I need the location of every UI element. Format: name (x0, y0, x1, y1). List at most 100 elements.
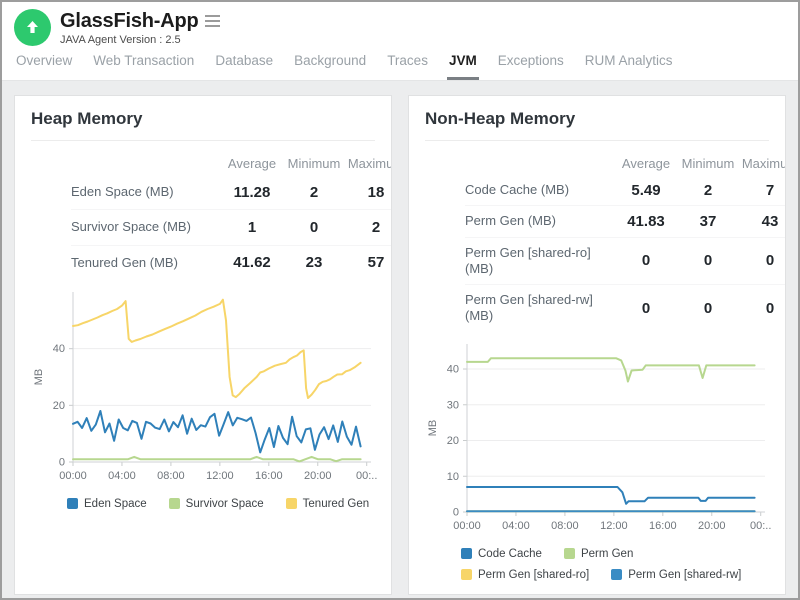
metric-label: Perm Gen (MB) (465, 206, 615, 236)
metric-average: 0 (615, 300, 677, 317)
legend-label: Perm Gen [shared-ro] (478, 569, 589, 581)
legend-item-eden-space[interactable]: Eden Space (67, 498, 147, 510)
metric-average: 11.28 (221, 184, 283, 201)
app-brand: GlassFish-App JAVA Agent Version : 2.5 (14, 9, 786, 46)
table-row: Perm Gen [shared-ro] (MB) 0 0 0 (465, 237, 786, 285)
table-row: Perm Gen [shared-rw] (MB) 0 0 0 (465, 284, 786, 332)
metric-minimum: 23 (283, 254, 345, 271)
heap-memory-chart[interactable]: 0204000:0004:0008:0012:0016:0020:0000:..… (31, 286, 381, 488)
tab-bar: Overview Web Transaction Database Backgr… (14, 53, 786, 80)
metric-average: 41.83 (615, 213, 677, 230)
legend-item-code-cache[interactable]: Code Cache (461, 548, 542, 560)
svg-text:0: 0 (59, 456, 65, 468)
metric-maximum: 0 (739, 252, 786, 269)
tab-rum-analytics[interactable]: RUM Analytics (583, 53, 675, 80)
svg-text:08:00: 08:00 (157, 470, 185, 482)
svg-text:00:00: 00:00 (59, 470, 87, 482)
legend-swatch (461, 548, 472, 559)
up-arrow-icon (24, 19, 41, 36)
tab-background[interactable]: Background (292, 53, 368, 80)
legend-item-tenured-gen[interactable]: Tenured Gen (286, 498, 370, 510)
column-header-maximum: Maximum (739, 151, 786, 175)
column-header-maximum: Maximum (345, 151, 392, 175)
legend-label: Eden Space (84, 498, 147, 510)
svg-text:12:00: 12:00 (600, 520, 628, 532)
legend-swatch (67, 498, 78, 509)
metric-minimum: 37 (677, 213, 739, 230)
svg-text:16:00: 16:00 (255, 470, 283, 482)
legend-swatch (611, 569, 622, 580)
column-header-average: Average (221, 151, 283, 175)
metric-average: 41.62 (221, 254, 283, 271)
metric-minimum: 0 (283, 219, 345, 236)
tab-jvm[interactable]: JVM (447, 53, 479, 80)
agent-version-label: JAVA Agent Version : 2.5 (60, 34, 222, 46)
svg-text:MB: MB (33, 369, 45, 386)
legend-label: Code Cache (478, 548, 542, 560)
svg-text:00:..: 00:.. (356, 470, 377, 482)
metric-label: Eden Space (MB) (71, 175, 221, 209)
app-header: GlassFish-App JAVA Agent Version : 2.5 O… (2, 2, 798, 81)
tab-web-transaction[interactable]: Web Transaction (91, 53, 196, 80)
legend-swatch (564, 548, 575, 559)
metric-minimum: 2 (283, 184, 345, 201)
legend-swatch (461, 569, 472, 580)
legend-item-perm-gen-shared-rw[interactable]: Perm Gen [shared-rw] (611, 569, 741, 581)
table-row: Survivor Space (MB) 1 0 2 (71, 209, 392, 244)
metric-label: Code Cache (MB) (465, 175, 615, 205)
non-heap-memory-table: Average Minimum Maximum Code Cache (MB) … (465, 151, 786, 332)
svg-text:30: 30 (447, 399, 459, 411)
metric-maximum: 2 (345, 219, 392, 236)
legend-swatch (286, 498, 297, 509)
app-title: GlassFish-App (60, 10, 199, 32)
svg-text:40: 40 (447, 363, 459, 375)
svg-text:20:00: 20:00 (304, 470, 332, 482)
legend-item-survivor-space[interactable]: Survivor Space (169, 498, 264, 510)
svg-text:10: 10 (447, 470, 459, 482)
svg-text:00:..: 00:.. (750, 520, 771, 532)
non-heap-chart-legend: Code Cache Perm Gen Perm Gen [shared-ro] (461, 548, 769, 581)
heap-memory-panel: Heap Memory Average Minimum Maximum Eden… (14, 95, 392, 595)
metric-label: Tenured Gen (MB) (71, 246, 221, 280)
app-window: GlassFish-App JAVA Agent Version : 2.5 O… (0, 0, 800, 600)
tab-overview[interactable]: Overview (14, 53, 74, 80)
hamburger-menu-icon[interactable] (203, 12, 222, 30)
heap-chart-legend: Eden Space Survivor Space Tenured Gen (67, 498, 375, 510)
svg-text:40: 40 (53, 343, 65, 355)
metric-average: 1 (221, 219, 283, 236)
dashboard-content: Heap Memory Average Minimum Maximum Eden… (2, 81, 798, 600)
metric-maximum: 43 (739, 213, 786, 230)
non-heap-memory-chart[interactable]: 01020304000:0004:0008:0012:0016:0020:000… (425, 338, 775, 538)
non-heap-memory-panel: Non-Heap Memory Average Minimum Maximum … (408, 95, 786, 595)
legend-item-perm-gen-shared-ro[interactable]: Perm Gen [shared-ro] (461, 569, 589, 581)
column-header-minimum: Minimum (677, 151, 739, 175)
metric-minimum: 2 (677, 182, 739, 199)
metric-maximum: 0 (739, 300, 786, 317)
legend-label: Tenured Gen (303, 498, 370, 510)
svg-text:16:00: 16:00 (649, 520, 677, 532)
table-row: Tenured Gen (MB) 41.62 23 57 (71, 245, 392, 280)
legend-swatch (169, 498, 180, 509)
app-status-icon (14, 9, 51, 46)
svg-text:0: 0 (453, 506, 459, 518)
metric-average: 5.49 (615, 182, 677, 199)
svg-text:12:00: 12:00 (206, 470, 234, 482)
legend-label: Perm Gen (581, 548, 633, 560)
metric-label: Perm Gen [shared-ro] (MB) (465, 238, 615, 285)
table-row: Eden Space (MB) 11.28 2 18 (71, 175, 392, 209)
legend-label: Survivor Space (186, 498, 264, 510)
svg-text:MB: MB (427, 419, 439, 436)
tab-database[interactable]: Database (213, 53, 275, 80)
column-header-minimum: Minimum (283, 151, 345, 175)
metric-maximum: 57 (345, 254, 392, 271)
legend-item-perm-gen[interactable]: Perm Gen (564, 548, 633, 560)
svg-text:20: 20 (53, 400, 65, 412)
svg-text:20:00: 20:00 (698, 520, 726, 532)
metric-maximum: 7 (739, 182, 786, 199)
table-row: Code Cache (MB) 5.49 2 7 (465, 175, 786, 205)
heap-panel-title: Heap Memory (31, 109, 375, 141)
tab-exceptions[interactable]: Exceptions (496, 53, 566, 80)
heap-memory-table: Average Minimum Maximum Eden Space (MB) … (71, 151, 392, 280)
svg-text:08:00: 08:00 (551, 520, 579, 532)
tab-traces[interactable]: Traces (385, 53, 430, 80)
